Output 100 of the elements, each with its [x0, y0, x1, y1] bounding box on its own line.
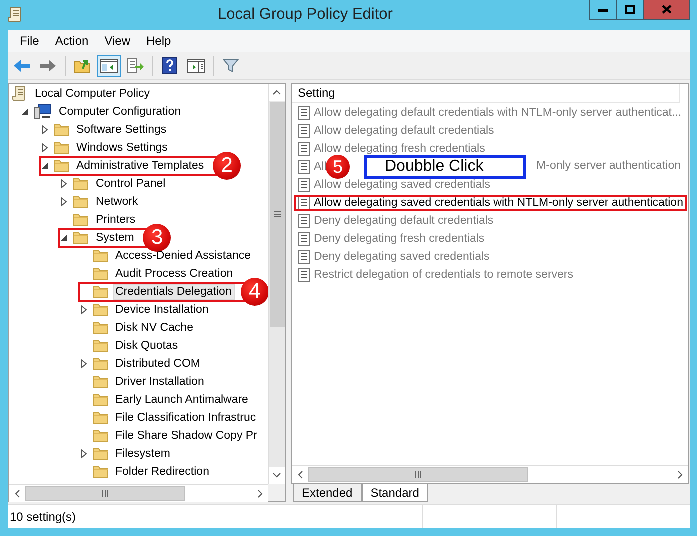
- folder-icon: [73, 213, 89, 227]
- scroll-thumb[interactable]: [270, 102, 284, 327]
- view-tab[interactable]: Extended: [293, 484, 362, 502]
- horizontal-scrollbar[interactable]: [292, 465, 688, 483]
- grip-icon: [102, 490, 108, 497]
- folder-icon: [92, 285, 108, 299]
- setting-item[interactable]: Allow delegating saved credentials with NTLM-only server authentication: [295, 196, 686, 210]
- minimize-icon: [598, 8, 608, 12]
- tree-item[interactable]: Disk NV Cache: [112, 320, 196, 336]
- scroll-down-button[interactable]: [269, 467, 285, 484]
- tree-pane-icon: [100, 58, 118, 72]
- folder-up-icon: [74, 58, 92, 74]
- chevron-right-icon: [258, 490, 262, 498]
- tree-item[interactable]: Local Computer Policy: [32, 86, 154, 102]
- tree-item[interactable]: Computer Configuration: [56, 104, 184, 120]
- setting-icon: [298, 232, 310, 246]
- step-badge: 2: [213, 152, 242, 180]
- column-header[interactable]: Setting: [292, 84, 680, 103]
- expander-icon[interactable]: [59, 179, 69, 189]
- tree-item[interactable]: Filesystem: [112, 446, 174, 462]
- grip-icon: [414, 471, 422, 478]
- folder-icon: [54, 123, 70, 137]
- menu-item[interactable]: File: [12, 34, 48, 48]
- tree-item[interactable]: Disk Quotas: [112, 338, 182, 354]
- setting-item[interactable]: Allow delegating saved credentials: [295, 178, 494, 192]
- view-tab[interactable]: Standard: [362, 484, 428, 502]
- setting-item[interactable]: Restrict delegation of credentials to remote servers: [295, 268, 577, 282]
- expander-icon[interactable]: [78, 449, 88, 459]
- toolbar-button[interactable]: [97, 54, 121, 76]
- setting-icon: [298, 250, 310, 264]
- tree-item[interactable]: System: [93, 230, 138, 246]
- scroll-thumb[interactable]: [25, 486, 185, 501]
- folder-icon: [73, 231, 89, 245]
- chevron-left-icon: [14, 490, 20, 498]
- setting-icon: [298, 196, 310, 210]
- tree-item[interactable]: Folder Redirection: [112, 464, 212, 480]
- folder-icon: [92, 393, 108, 407]
- tree-item[interactable]: Distributed COM: [112, 356, 204, 372]
- folder-icon: [92, 357, 108, 371]
- setting-item[interactable]: Deny delegating default credentials: [295, 214, 497, 228]
- expander-icon[interactable]: [20, 107, 30, 117]
- menu-item[interactable]: Help: [138, 34, 180, 48]
- close-button[interactable]: [644, 0, 689, 19]
- expander-icon[interactable]: [40, 125, 50, 135]
- tree-item[interactable]: Driver Installation: [112, 374, 208, 390]
- vertical-scrollbar[interactable]: [268, 84, 285, 484]
- tree-item[interactable]: Printers: [93, 212, 139, 228]
- tree-item[interactable]: Control Panel: [93, 176, 169, 192]
- tree-item[interactable]: File Classification Infrastruc: [112, 410, 260, 426]
- maximize-icon: [625, 5, 635, 14]
- setting-item[interactable]: Deny delegating saved credentials: [295, 250, 493, 264]
- computer-icon: [34, 104, 52, 120]
- setting-item[interactable]: Allow delegating default credentials with NTLM-only server authenticat...: [295, 106, 685, 120]
- setting-item[interactable]: Allow delegating fresh credentials: [295, 142, 488, 156]
- setting-item[interactable]: Allow delegating default credentials: [295, 124, 498, 138]
- setting-icon: [298, 214, 310, 228]
- expander-icon[interactable]: [59, 197, 69, 207]
- tree-item[interactable]: Credentials Delegation: [112, 284, 235, 300]
- folder-icon: [54, 159, 70, 173]
- expander-icon[interactable]: [40, 161, 50, 171]
- folder-icon: [73, 195, 89, 209]
- setting-icon: [298, 178, 310, 192]
- action-pane-icon: [187, 58, 205, 72]
- scroll-thumb[interactable]: [308, 467, 528, 482]
- filter-icon: [223, 58, 239, 74]
- tree-item[interactable]: Software Settings: [74, 122, 170, 138]
- setting-icon: [298, 268, 310, 282]
- folder-icon: [92, 303, 108, 317]
- tree-item[interactable]: Network: [93, 194, 142, 210]
- setting-item[interactable]: Deny delegating fresh credentials: [295, 232, 488, 246]
- folder-icon: [92, 267, 108, 281]
- tree-item[interactable]: Administrative Templates: [74, 158, 208, 174]
- expander-icon[interactable]: [78, 359, 88, 369]
- tree-item[interactable]: Device Installation: [112, 302, 212, 318]
- expander-icon[interactable]: [59, 233, 69, 243]
- scroll-up-button[interactable]: [269, 84, 285, 101]
- expander-icon[interactable]: [40, 143, 50, 153]
- chevron-down-icon: [273, 473, 281, 478]
- step-badge: 4: [240, 278, 268, 306]
- horizontal-scrollbar[interactable]: [9, 484, 268, 502]
- setting-icon: [298, 106, 310, 120]
- chevron-right-icon: [678, 470, 682, 478]
- menu-item[interactable]: Action: [47, 34, 97, 48]
- scrollbar-corner: [268, 484, 285, 501]
- folder-icon: [92, 321, 108, 335]
- folder-icon: [92, 465, 108, 479]
- instruction-callout: Doubble Click: [364, 155, 526, 179]
- folder-icon: [92, 447, 108, 461]
- folder-icon: [92, 429, 108, 443]
- step-badge: 5: [326, 155, 350, 179]
- expander-icon[interactable]: [78, 305, 88, 315]
- folder-icon: [92, 411, 108, 425]
- tree-item[interactable]: File Share Shadow Copy Pr: [112, 428, 260, 444]
- window-title: Local Group Policy Editor: [217, 6, 394, 24]
- tree-item[interactable]: Audit Process Creation: [112, 266, 236, 282]
- tree-item[interactable]: Early Launch Antimalware: [112, 392, 252, 408]
- tree-item[interactable]: Windows Settings: [74, 140, 171, 156]
- setting-icon: [298, 124, 310, 138]
- close-icon: [662, 5, 672, 14]
- menu-item[interactable]: View: [96, 34, 138, 48]
